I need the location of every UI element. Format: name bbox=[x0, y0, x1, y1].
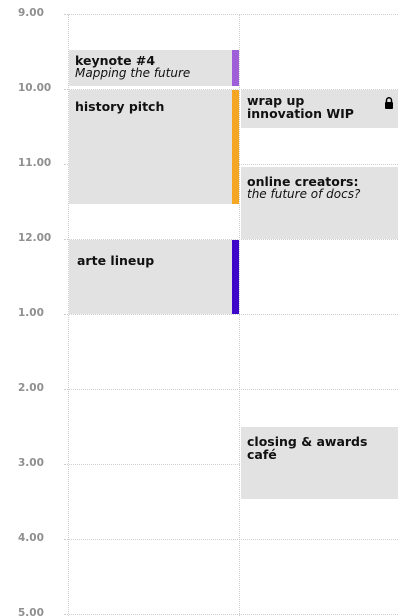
event-title: wrap up innovation WIP bbox=[247, 93, 354, 121]
time-label-10: 10.00 bbox=[18, 82, 52, 94]
time-label-1: 1.00 bbox=[18, 307, 44, 319]
event-title: closing & awards café bbox=[247, 434, 368, 462]
event-color-bar-orange bbox=[232, 90, 239, 204]
event-color-bar-indigo bbox=[232, 240, 239, 314]
event-arte-lineup[interactable]: arte lineup bbox=[69, 240, 232, 314]
hour-line bbox=[64, 614, 398, 615]
event-history-pitch[interactable]: history pitch bbox=[69, 90, 232, 204]
time-label-9: 9.00 bbox=[18, 7, 44, 19]
event-title: arte lineup bbox=[77, 253, 155, 268]
event-title: history pitch bbox=[75, 99, 165, 114]
event-subtitle: the future of docs? bbox=[247, 187, 361, 201]
calendar-day-view: 9.00 10.00 11.00 12.00 1.00 2.00 3.00 4.… bbox=[0, 0, 398, 616]
column-divider bbox=[239, 14, 240, 616]
time-label-5: 5.00 bbox=[18, 607, 44, 616]
time-label-11: 11.00 bbox=[18, 157, 52, 169]
time-label-2: 2.00 bbox=[18, 382, 44, 394]
event-online-creators[interactable]: online creators: the future of docs? bbox=[241, 167, 398, 239]
event-color-bar-purple bbox=[232, 50, 239, 86]
hour-line bbox=[64, 389, 398, 390]
lock-icon bbox=[385, 97, 393, 109]
time-label-12: 12.00 bbox=[18, 232, 52, 244]
event-keynote[interactable]: keynote #4 Mapping the future bbox=[69, 50, 232, 86]
hour-line bbox=[64, 539, 398, 540]
event-wrap-up[interactable]: wrap up innovation WIP bbox=[241, 90, 398, 128]
event-subtitle: Mapping the future bbox=[75, 66, 191, 80]
hour-line bbox=[64, 14, 398, 15]
time-label-4: 4.00 bbox=[18, 532, 44, 544]
time-label-3: 3.00 bbox=[18, 457, 44, 469]
event-closing-awards[interactable]: closing & awards café bbox=[241, 427, 398, 499]
hour-line bbox=[64, 314, 398, 315]
